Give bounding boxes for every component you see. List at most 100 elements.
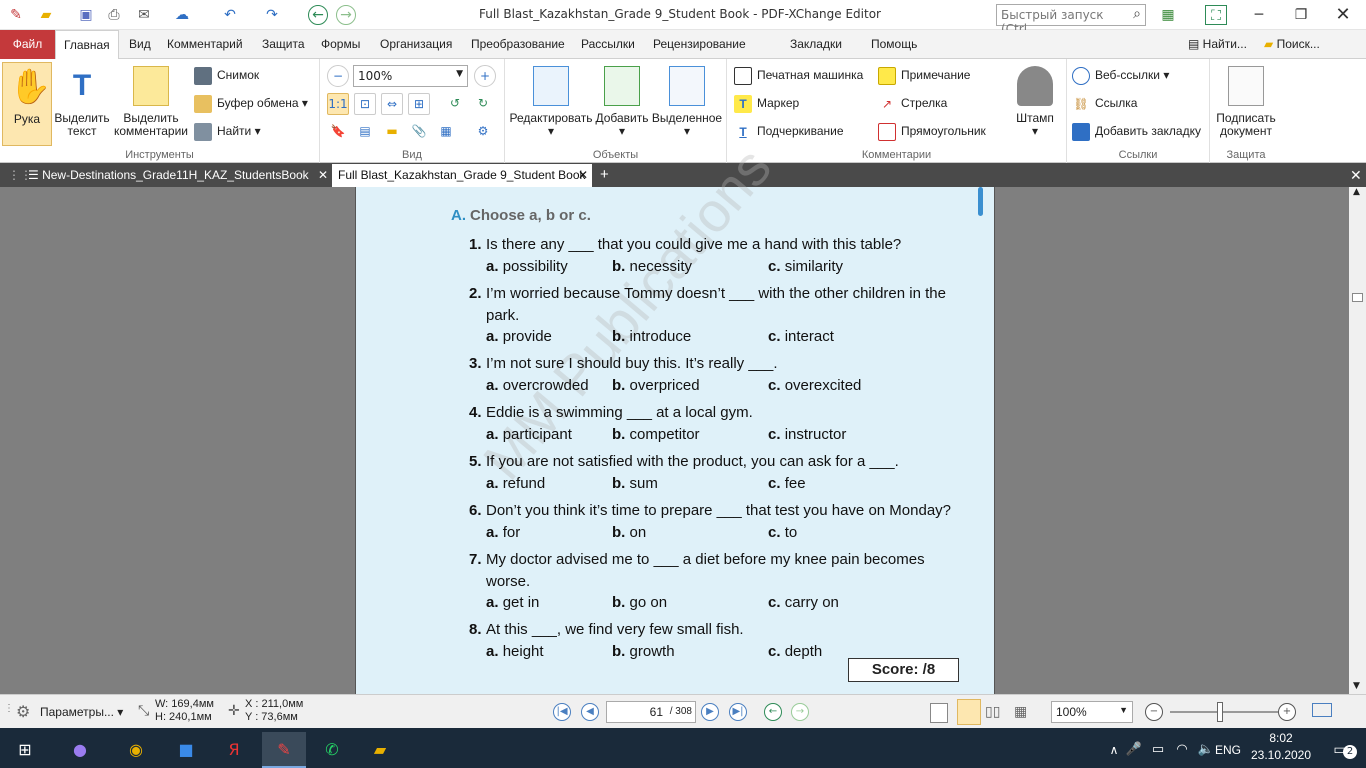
scroll-down-icon[interactable]: ▼	[1353, 681, 1360, 691]
tab-bookmarks[interactable]: Закладки	[782, 30, 850, 59]
search-button[interactable]: ▰ Поиск...	[1256, 30, 1328, 59]
tools-find-button[interactable]: Найти ▾	[194, 120, 261, 142]
quick-launch-input[interactable]: Быстрый запуск (Ctrl... ⌕	[996, 4, 1146, 36]
zoom-in-icon[interactable]: +	[474, 65, 496, 87]
tab-help[interactable]: Помощь	[863, 30, 925, 59]
status-zoom-select[interactable]: 100% ▼	[1051, 701, 1133, 723]
scan-icon[interactable]: ☁	[172, 5, 192, 25]
whatsapp-icon[interactable]: ✆	[310, 732, 354, 768]
properties-icon[interactable]: ▦	[435, 121, 457, 143]
settings-button[interactable]: Параметры... ▾	[40, 705, 123, 719]
pdf-xchange-taskbar-icon[interactable]: ✎	[262, 732, 306, 768]
tab-view[interactable]: Вид	[121, 30, 159, 59]
tab-protect[interactable]: Защита	[254, 30, 313, 59]
add-button[interactable]: Добавить ▾	[593, 66, 651, 138]
close-all-icon[interactable]: ✕	[1344, 164, 1366, 187]
panel-toggle-icon[interactable]	[1312, 703, 1332, 717]
note-button[interactable]: Примечание	[878, 64, 970, 86]
selected-button[interactable]: Выделенное ▾	[651, 66, 723, 138]
chrome-icon[interactable]: ◉	[114, 732, 158, 768]
zoom-in-icon[interactable]: +	[1278, 703, 1296, 721]
zoom-slider[interactable]	[1170, 711, 1278, 713]
select-text-button[interactable]: T Выделить текст	[53, 66, 111, 138]
hand-tool-button[interactable]: ✋ Рука	[2, 62, 52, 146]
close-tab-icon[interactable]: ✕	[578, 164, 588, 186]
zoom-out-icon[interactable]: −	[327, 65, 349, 87]
web-links-button[interactable]: Веб-ссылки ▾	[1072, 64, 1169, 86]
page-number-field[interactable]: 61 / 308	[606, 701, 696, 723]
fit-width-icon[interactable]: ⇔	[381, 93, 403, 115]
zoom-out-icon[interactable]: −	[1145, 703, 1163, 721]
new-tab-icon[interactable]: +	[594, 164, 615, 187]
tab-mailings[interactable]: Рассылки	[573, 30, 643, 59]
add-bookmark-button[interactable]: Добавить закладку	[1072, 120, 1201, 142]
windows-start-icon[interactable]: ⊞	[3, 732, 47, 768]
redo-icon[interactable]: ↷	[262, 5, 282, 25]
tab-review[interactable]: Рецензирование	[645, 30, 754, 59]
email-icon[interactable]: ✉	[134, 5, 154, 25]
link-button[interactable]: ⛓ Ссылка	[1072, 92, 1137, 114]
fullscreen-icon[interactable]: ⛶	[1205, 5, 1227, 25]
rotate-left-icon[interactable]: ↺	[444, 93, 466, 115]
tab-home[interactable]: Главная	[55, 30, 119, 60]
facing-pages-icon[interactable]: ▯▯	[985, 703, 1000, 720]
maximize-button[interactable]: ❐	[1278, 0, 1324, 30]
tab-file[interactable]: Файл	[0, 30, 55, 59]
typewriter-button[interactable]: Печатная машинка	[734, 64, 863, 86]
snapshot-button[interactable]: Снимок	[194, 64, 259, 86]
settings-icon[interactable]: ⚙	[472, 121, 494, 143]
tab-comment[interactable]: Комментарий	[159, 30, 251, 59]
marker-button[interactable]: T Маркер	[734, 92, 799, 114]
file-explorer-icon[interactable]: ▰	[358, 732, 402, 768]
zoom-select[interactable]: 100% ▼	[353, 65, 468, 87]
single-page-icon[interactable]	[930, 703, 948, 723]
attachments-icon[interactable]: 📎	[408, 121, 430, 143]
underline-button[interactable]: T Подчеркивание	[734, 120, 843, 142]
ui-options-icon[interactable]: ▦	[1158, 5, 1178, 25]
language-indicator[interactable]: ENG	[1206, 732, 1250, 768]
open-folder-icon[interactable]: ▰	[36, 5, 56, 25]
continuous-page-icon[interactable]	[957, 699, 981, 725]
doc-tab-2[interactable]: Full Blast_Kazakhstan_Grade 9_Student Bo…	[332, 164, 592, 187]
forward-view-icon[interactable]: →	[791, 703, 809, 721]
tab-forms[interactable]: Формы	[313, 30, 368, 59]
rotate-right-icon[interactable]: ↻	[472, 93, 494, 115]
continuous-facing-icon[interactable]: ▦	[1014, 703, 1027, 720]
back-icon[interactable]: ←	[308, 5, 328, 25]
vertical-scrollbar[interactable]: ▲ ▼	[1349, 187, 1366, 694]
yandex-icon[interactable]: Я	[212, 732, 256, 768]
clipboard-button[interactable]: Буфер обмена ▾	[194, 92, 308, 114]
clock-time[interactable]: 8:02	[1246, 731, 1316, 745]
zoom-app-icon[interactable]: ■	[164, 732, 208, 768]
prev-page-icon[interactable]: ◀	[581, 703, 599, 721]
fit-page-icon[interactable]: ⊡	[354, 93, 376, 115]
thumbnails-icon[interactable]: ▤	[354, 121, 376, 143]
gear-icon[interactable]: ⚙	[16, 702, 30, 722]
actual-size-icon[interactable]: 1:1	[327, 93, 349, 115]
cortana-icon[interactable]: ●	[58, 732, 102, 768]
close-tab-icon[interactable]: ✕	[318, 164, 328, 186]
print-icon[interactable]: ⎙	[104, 5, 124, 25]
clock-date[interactable]: 23.10.2020	[1246, 748, 1316, 762]
zoom-slider-thumb[interactable]	[1217, 702, 1223, 722]
comments-pane-icon[interactable]: ▬	[381, 121, 403, 143]
edit-button[interactable]: Редактировать ▾	[509, 66, 593, 138]
next-page-icon[interactable]: ▶	[701, 703, 719, 721]
doc-tab-1[interactable]: ☰ New-Destinations_Grade11H_KAZ_Students…	[22, 164, 332, 187]
select-comments-button[interactable]: Выделить комментарии	[112, 66, 190, 138]
rectangle-button[interactable]: Прямоугольник	[878, 120, 986, 142]
last-page-icon[interactable]: ▶|	[729, 703, 747, 721]
fit-visible-icon[interactable]: ⊞	[408, 93, 430, 115]
tab-convert[interactable]: Преобразование	[463, 30, 573, 59]
scroll-thumb[interactable]	[1352, 293, 1363, 302]
back-view-icon[interactable]: ←	[764, 703, 782, 721]
stamp-button[interactable]: Штамп ▾	[1007, 66, 1063, 138]
arrow-button[interactable]: ↗ Стрелка	[878, 92, 947, 114]
scroll-up-icon[interactable]: ▲	[1353, 187, 1360, 197]
first-page-icon[interactable]: |◀	[553, 703, 571, 721]
bookmark-icon[interactable]: 🔖	[327, 121, 349, 143]
tab-organize[interactable]: Организация	[372, 30, 460, 59]
save-icon[interactable]: ▣	[76, 5, 96, 25]
minimize-button[interactable]: ─	[1236, 0, 1282, 30]
find-button[interactable]: ▤ Найти...	[1180, 30, 1255, 59]
